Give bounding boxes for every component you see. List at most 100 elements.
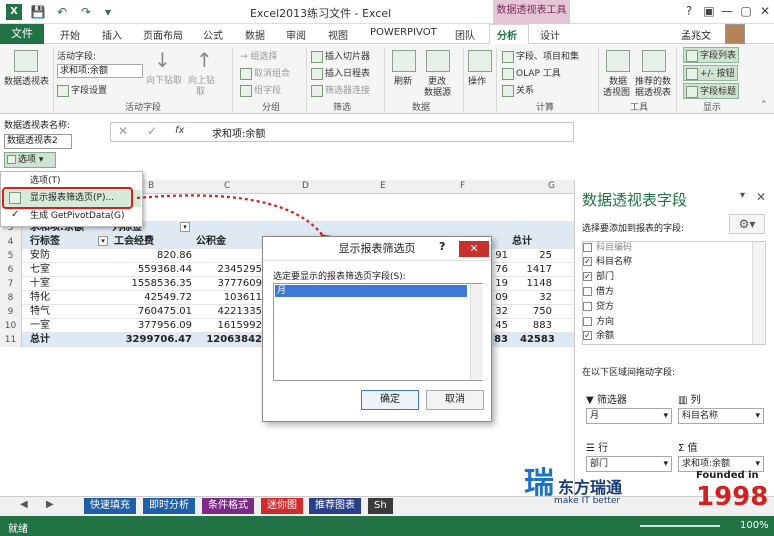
- cell-value[interactable]: 4221335: [196, 305, 262, 319]
- row-header[interactable]: 7: [0, 277, 22, 291]
- help-icon[interactable]: ?: [680, 3, 698, 19]
- cell-value[interactable]: 3299706.47: [114, 333, 192, 347]
- row-labels-header[interactable]: 行标签: [30, 235, 60, 249]
- row-header[interactable]: 10: [0, 319, 22, 333]
- checkbox[interactable]: ✓: [583, 272, 592, 281]
- redo-icon[interactable]: ↷: [78, 4, 94, 20]
- drill-up-icon[interactable]: ↑: [196, 48, 213, 72]
- pivot-name-input[interactable]: 数据透视表2: [4, 134, 72, 149]
- field-list-toggle[interactable]: 字段列表: [683, 47, 740, 63]
- next-sheet-icon[interactable]: ▶: [46, 499, 54, 510]
- drill-down-icon[interactable]: ↓: [154, 48, 171, 72]
- refresh-button[interactable]: 刷新: [394, 74, 412, 87]
- row-label[interactable]: 一室: [30, 319, 50, 333]
- tab-view[interactable]: 视图: [328, 27, 348, 42]
- column-zone-field[interactable]: 科目名称: [678, 408, 764, 424]
- close-icon[interactable]: ✕: [756, 190, 766, 204]
- row-label[interactable]: 七室: [30, 263, 50, 277]
- fields-items-sets-button[interactable]: 字段、项目和集: [502, 49, 579, 63]
- cancel-button[interactable]: 取消: [426, 390, 484, 410]
- row-label[interactable]: 特化: [30, 291, 50, 305]
- cell-value[interactable]: 25: [520, 249, 552, 263]
- cell-value[interactable]: 2345295: [196, 263, 262, 277]
- actions-icon[interactable]: [468, 50, 492, 72]
- help-icon[interactable]: ?: [439, 240, 445, 253]
- zoom-level[interactable]: 100%: [740, 520, 769, 531]
- cell-value[interactable]: 3777609: [196, 277, 262, 291]
- insert-function-icon[interactable]: fx: [175, 125, 184, 136]
- gear-icon[interactable]: ⚙▾: [729, 214, 765, 234]
- sheet-tab[interactable]: 条件格式: [202, 498, 254, 514]
- prev-sheet-icon[interactable]: ◀: [20, 499, 28, 510]
- sheet-tab[interactable]: 即时分析: [143, 498, 195, 514]
- cancel-icon[interactable]: ✕: [118, 124, 128, 138]
- tab-insert[interactable]: 插入: [102, 27, 122, 42]
- checkbox[interactable]: [583, 302, 592, 311]
- pivot-table-icon[interactable]: [14, 50, 38, 72]
- relationships-button[interactable]: 关系: [502, 83, 534, 97]
- field-headers-toggle[interactable]: 字段标题: [683, 83, 740, 99]
- tab-powerpivot[interactable]: POWERPIVOT: [370, 27, 437, 38]
- filter-zone-field[interactable]: 月: [586, 408, 672, 424]
- field-listbox[interactable]: 月: [273, 283, 483, 381]
- field-settings-button[interactable]: 字段设置: [57, 83, 107, 97]
- cell-value[interactable]: 750: [520, 305, 552, 319]
- tab-data[interactable]: 数据: [245, 27, 265, 42]
- change-source-icon[interactable]: [426, 50, 450, 72]
- field-item-余额[interactable]: ✓ 余额: [583, 329, 614, 344]
- tab-analyze[interactable]: 分析: [497, 27, 517, 42]
- list-item[interactable]: 月: [275, 285, 467, 297]
- insert-slicer-button[interactable]: 插入切片器: [311, 49, 370, 63]
- filter-connections-button[interactable]: 筛选器连接: [311, 83, 370, 97]
- row-header[interactable]: 5: [0, 249, 22, 263]
- row-label[interactable]: 安防: [30, 249, 50, 263]
- refresh-icon[interactable]: [392, 50, 416, 72]
- collapse-ribbon-icon[interactable]: ⌃: [760, 100, 768, 110]
- tab-design[interactable]: 设计: [540, 27, 560, 42]
- ribbon-options-icon[interactable]: ▣: [700, 3, 718, 19]
- ok-button[interactable]: 确定: [361, 390, 419, 410]
- cell-value[interactable]: 42583: [520, 333, 555, 347]
- avatar[interactable]: [725, 24, 745, 44]
- column-header-value[interactable]: 公积金: [196, 235, 226, 249]
- drill-down-button[interactable]: 向下钻取: [146, 73, 182, 86]
- row-header[interactable]: 11: [0, 333, 22, 347]
- cell-value[interactable]: 32: [520, 291, 552, 305]
- tab-home[interactable]: 开始: [60, 27, 80, 42]
- checkbox[interactable]: ✓: [583, 331, 592, 340]
- formula-text[interactable]: 求和项:余额: [212, 125, 265, 140]
- pivot-table-button[interactable]: 数据透视表: [4, 74, 49, 87]
- checkbox[interactable]: [583, 243, 592, 252]
- column-header[interactable]: F: [460, 181, 465, 191]
- field-item-科目编码[interactable]: 科目编码: [583, 241, 632, 256]
- field-item-贷方[interactable]: 贷方: [583, 300, 614, 315]
- maximize-icon[interactable]: ▢: [737, 3, 755, 19]
- field-list-scrollbar[interactable]: [752, 242, 765, 344]
- row-label[interactable]: 特气: [30, 305, 50, 319]
- row-header[interactable]: 6: [0, 263, 22, 277]
- row-header[interactable]: 9: [0, 305, 22, 319]
- cell-value[interactable]: 103611: [196, 291, 262, 305]
- row-header[interactable]: 8: [0, 291, 22, 305]
- column-header[interactable]: C: [224, 181, 230, 191]
- sheet-tab[interactable]: 迷你图: [261, 498, 303, 514]
- cell-value[interactable]: [196, 249, 262, 263]
- field-item-方向[interactable]: 方向: [583, 315, 614, 330]
- buttons-toggle[interactable]: +/- 按钮: [683, 65, 738, 81]
- checkbox[interactable]: [583, 287, 592, 296]
- column-header[interactable]: D: [302, 181, 309, 191]
- minimize-icon[interactable]: —: [718, 3, 736, 19]
- field-item-科目名称[interactable]: ✓ 科目名称: [583, 255, 632, 270]
- options-button[interactable]: 选项 ▾: [4, 152, 56, 168]
- customize-qa-icon[interactable]: ▾: [100, 4, 116, 20]
- checkbox[interactable]: ✓: [583, 257, 592, 266]
- listbox-scrollbar[interactable]: [470, 284, 483, 380]
- recommended-pivot-icon[interactable]: [642, 50, 666, 72]
- insert-timeline-button[interactable]: 插入日程表: [311, 66, 370, 80]
- sheet-tab[interactable]: 快速填充: [84, 498, 136, 514]
- row-label[interactable]: 十室: [30, 277, 50, 291]
- cell-value[interactable]: 1558536.35: [114, 277, 192, 291]
- row-header[interactable]: 4: [0, 235, 22, 249]
- enter-icon[interactable]: ✓: [147, 124, 157, 138]
- undo-icon[interactable]: ↶: [54, 4, 70, 20]
